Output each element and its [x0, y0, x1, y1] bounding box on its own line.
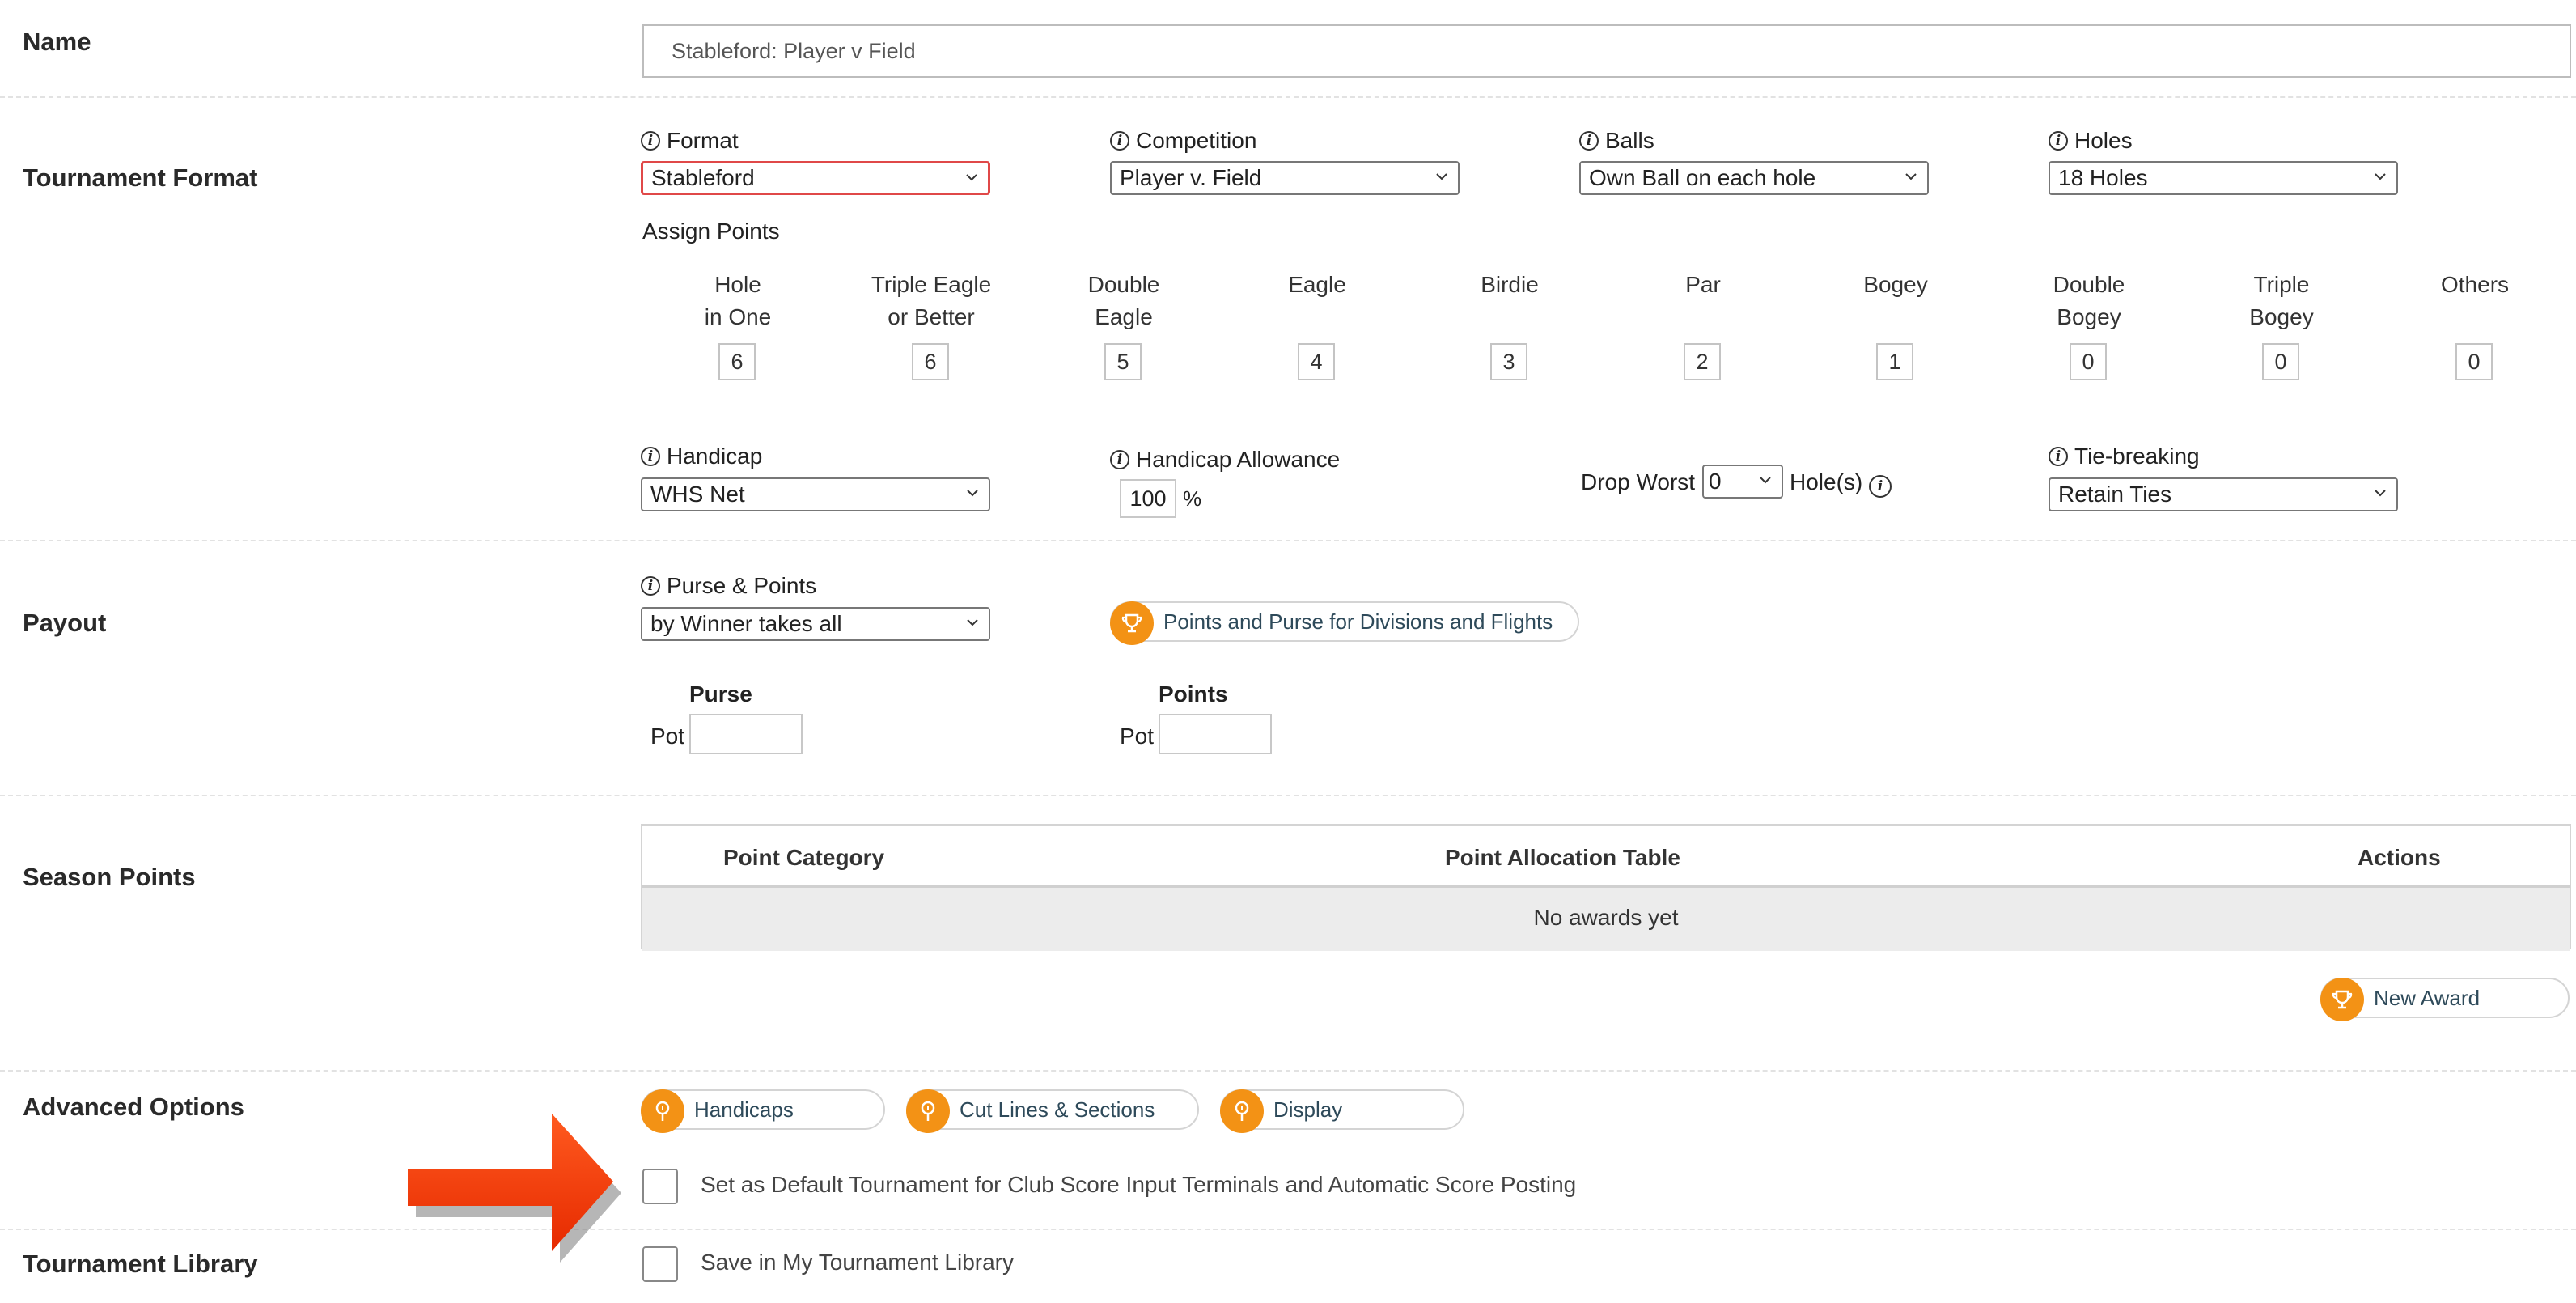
- section-label-payout: Payout: [23, 609, 107, 637]
- divider: [0, 1070, 2576, 1072]
- tournament-name-value: Stableford: Player v Field: [672, 39, 916, 63]
- competition-select[interactable]: Player v. Field: [1110, 161, 1460, 195]
- purse-points-label: i Purse & Points: [641, 573, 816, 599]
- handicap-select[interactable]: WHS Net: [641, 477, 990, 511]
- golf-tee-icon: [641, 1089, 684, 1133]
- default-tournament-checkbox[interactable]: [642, 1169, 678, 1204]
- points-heading: Birdie: [1481, 272, 1539, 297]
- chevron-down-icon: [1760, 477, 1771, 484]
- purse-pot-input[interactable]: [689, 714, 803, 754]
- col-actions: Actions: [2358, 845, 2441, 870]
- points-pot-label: Pot: [1120, 724, 1155, 749]
- holes-select[interactable]: 18 Holes: [2049, 161, 2398, 195]
- points-heading: Hole in One: [704, 272, 772, 329]
- empty-message: No awards yet: [1533, 905, 1679, 930]
- annotation-arrow-icon: [408, 1114, 621, 1263]
- info-icon[interactable]: i: [641, 131, 660, 151]
- section-label-format: Tournament Format: [23, 163, 258, 192]
- points-input[interactable]: 5: [1104, 343, 1142, 380]
- info-icon[interactable]: i: [2049, 131, 2068, 151]
- points-heading: Triple Bogey: [2249, 272, 2314, 329]
- divider: [0, 1229, 2576, 1230]
- format-select[interactable]: Stableford: [641, 161, 990, 195]
- section-label-name: Name: [23, 28, 91, 56]
- info-icon[interactable]: i: [1110, 131, 1129, 151]
- chevron-down-icon: [1436, 173, 1447, 180]
- divider: [0, 540, 2576, 541]
- points-input[interactable]: 0: [2262, 343, 2299, 380]
- allowance-input[interactable]: 100: [1120, 479, 1176, 518]
- info-icon[interactable]: i: [641, 576, 660, 596]
- info-icon[interactable]: i: [2049, 447, 2068, 466]
- chevron-down-icon: [1905, 173, 1917, 180]
- chevron-down-icon: [967, 619, 978, 626]
- points-heading: Eagle: [1288, 272, 1346, 297]
- handicap-label: i Handicap: [641, 444, 762, 469]
- points-input[interactable]: 6: [718, 343, 756, 380]
- points-heading: Double Eagle: [1087, 272, 1160, 329]
- info-icon[interactable]: i: [1579, 131, 1599, 151]
- points-input[interactable]: 0: [2070, 343, 2107, 380]
- divisions-flights-button[interactable]: Points and Purse for Divisions and Fligh…: [1110, 601, 1579, 645]
- tiebreak-label: i Tie-breaking: [2049, 444, 2200, 469]
- points-input[interactable]: 0: [2455, 343, 2493, 380]
- cut-lines-button[interactable]: Cut Lines & Sections: [906, 1089, 1199, 1133]
- purse-title: Purse: [689, 681, 752, 707]
- save-library-label: Save in My Tournament Library: [701, 1250, 1014, 1275]
- points-heading: Triple Eagle or Better: [871, 272, 992, 329]
- points-heading: Bogey: [1863, 272, 1928, 297]
- points-pot-input[interactable]: [1159, 714, 1272, 754]
- points-input[interactable]: 6: [912, 343, 949, 380]
- points-input[interactable]: 4: [1298, 343, 1335, 380]
- divider: [0, 96, 2576, 98]
- chevron-down-icon: [2375, 173, 2386, 180]
- tournament-settings-page: Name Stableford: Player v Field Tourname…: [0, 0, 2576, 1303]
- trophy-icon: [1110, 601, 1154, 645]
- purse-points-select[interactable]: by Winner takes all: [641, 607, 990, 641]
- season-points-table: Point Category Point Allocation Table Ac…: [641, 824, 2571, 951]
- info-icon[interactable]: i: [1869, 475, 1892, 498]
- tiebreak-select[interactable]: Retain Ties: [2049, 477, 2398, 511]
- points-input[interactable]: 1: [1876, 343, 1913, 380]
- section-label-library: Tournament Library: [23, 1250, 258, 1278]
- allowance-label: i Handicap Allowance: [1110, 447, 1340, 473]
- col-point-allocation: Point Allocation Table: [1445, 845, 1680, 870]
- chevron-down-icon: [967, 490, 978, 497]
- points-heading: Par: [1685, 272, 1721, 297]
- holes-label: i Holes: [2049, 128, 2133, 154]
- format-label: i Format: [641, 128, 739, 154]
- competition-label: i Competition: [1110, 128, 1256, 154]
- drop-worst-suffix: Hole(s): [1790, 469, 1863, 494]
- chevron-down-icon: [966, 174, 977, 181]
- section-label-season: Season Points: [23, 863, 196, 891]
- balls-label: i Balls: [1579, 128, 1654, 154]
- divider: [0, 795, 2576, 796]
- handicaps-button[interactable]: Handicaps: [641, 1089, 885, 1133]
- assign-points-label: Assign Points: [642, 219, 780, 244]
- points-heading: Double Bogey: [2053, 272, 2125, 329]
- drop-worst-select[interactable]: 0: [1702, 465, 1783, 499]
- balls-select[interactable]: Own Ball on each hole: [1579, 161, 1929, 195]
- golf-tee-icon: [906, 1089, 950, 1133]
- info-icon[interactable]: i: [641, 447, 660, 466]
- default-tournament-label: Set as Default Tournament for Club Score…: [701, 1172, 1577, 1197]
- section-label-advanced: Advanced Options: [23, 1093, 244, 1121]
- col-point-category: Point Category: [723, 845, 885, 870]
- display-button[interactable]: Display: [1220, 1089, 1464, 1133]
- points-input[interactable]: 3: [1490, 343, 1527, 380]
- chevron-down-icon: [2375, 490, 2386, 497]
- points-input[interactable]: 2: [1684, 343, 1721, 380]
- new-award-button[interactable]: New Award: [2320, 978, 2570, 1021]
- drop-worst-label: Drop Worst: [1581, 469, 1696, 494]
- tournament-name-input[interactable]: Stableford: Player v Field: [642, 24, 2571, 78]
- points-title: Points: [1159, 681, 1228, 707]
- points-heading: Others: [2440, 272, 2510, 297]
- purse-pot-label: Pot: [650, 724, 685, 749]
- save-library-checkbox[interactable]: [642, 1246, 678, 1282]
- info-icon[interactable]: i: [1110, 450, 1129, 469]
- allowance-unit: %: [1183, 486, 1202, 511]
- trophy-icon: [2320, 978, 2364, 1021]
- golf-tee-icon: [1220, 1089, 1264, 1133]
